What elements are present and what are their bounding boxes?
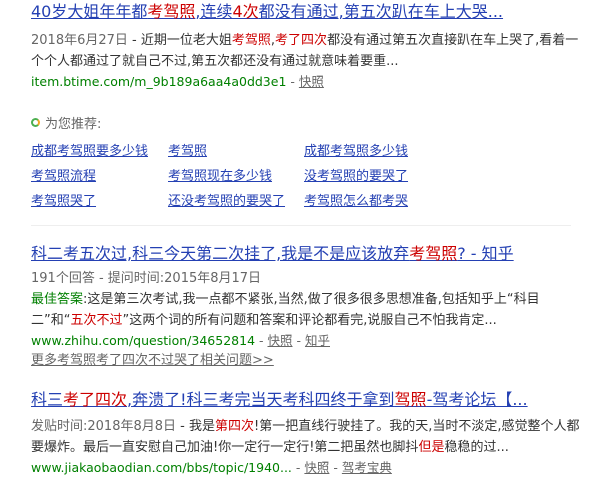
- recommend-grid: 成都考驾照要多少钱 考驾照 成都考驾照多少钱 考驾照流程 考驾照现在多少钱 没考…: [31, 140, 461, 220]
- result-2-abstract: 最佳答案:这是第三次考试,我一点都不紧张,当然,做了很多很多思想准备,包括知乎上…: [31, 289, 591, 331]
- title-text: 都没有通过,第五次趴在车上大哭...: [258, 2, 504, 21]
- result-date: 发贴时间:2018年8月8日: [31, 419, 177, 434]
- source-link[interactable]: 驾考宝典: [342, 460, 392, 475]
- more-questions-link[interactable]: 更多考驾照考了四次不过哭了相关问题>>: [31, 351, 591, 371]
- result-url[interactable]: www.jiakaobaodian.com/bbs/topic/1940...: [31, 460, 292, 475]
- search-result-1: 40岁大姐年年都考驾照,连续4次都没有通过,第五次趴在车上大哭... 2018年…: [31, 2, 591, 92]
- title-highlight: 4次: [232, 2, 259, 21]
- abstract-highlight: 但是: [418, 440, 445, 455]
- result-date: 2018年6月27日: [31, 33, 128, 48]
- result-url[interactable]: www.zhihu.com/question/34652814: [31, 333, 255, 348]
- abstract-highlight: 第四次: [214, 419, 254, 434]
- recommend-link[interactable]: 考驾照怎么都考哭: [304, 190, 408, 209]
- recommend-link[interactable]: 成都考驾照多少钱: [304, 140, 408, 159]
- abstract-text: - 我是: [176, 419, 215, 434]
- search-result-3: 科三考了四次,奔溃了!科三考完当天考科四终于拿到驾照-驾考论坛【... 发贴时间…: [31, 390, 591, 478]
- divider: [31, 225, 571, 226]
- recommendations-box: 为您推荐: 成都考驾照要多少钱 考驾照 成都考驾照多少钱 考驾照流程 考驾照现在…: [31, 112, 461, 209]
- best-answer-label: 最佳答案: [31, 292, 84, 307]
- title-text: 科三: [31, 390, 64, 409]
- title-text: ,连续: [195, 2, 233, 21]
- title-text: ? - 知乎: [457, 244, 514, 263]
- recommend-link[interactable]: 考驾照现在多少钱: [168, 165, 272, 184]
- result-3-title[interactable]: 科三考了四次,奔溃了!科三考完当天考科四终于拿到驾照-驾考论坛【...: [31, 390, 591, 410]
- recommend-link[interactable]: 还没考驾照的要哭了: [168, 190, 285, 209]
- abstract-highlight: 考驾照: [231, 33, 271, 48]
- search-results-page: 40岁大姐年年都考驾照,连续4次都没有通过,第五次趴在车上大哭... 2018年…: [0, 0, 597, 487]
- separator: -: [286, 74, 299, 89]
- snapshot-link[interactable]: 快照: [268, 333, 293, 348]
- title-highlight: 考驾照: [409, 244, 458, 263]
- result-1-url-line: item.btime.com/m_9b189a6aa4a0dd3e1 - 快照: [31, 72, 591, 92]
- recommend-link[interactable]: 没考驾照的要哭了: [304, 165, 408, 184]
- title-highlight: 考驾照: [147, 2, 196, 21]
- title-text: 40岁大姐年年都: [31, 2, 148, 21]
- abstract-highlight: 五次不过: [70, 313, 123, 328]
- recommend-link[interactable]: 考驾照流程: [31, 165, 96, 184]
- recommend-link[interactable]: 考驾照: [168, 140, 207, 159]
- title-text: ,奔溃了!科三考完当天考科四终于拿到: [127, 390, 395, 409]
- snapshot-link[interactable]: 快照: [299, 74, 324, 89]
- recommend-link[interactable]: 成都考驾照要多少钱: [31, 140, 148, 159]
- result-url[interactable]: item.btime.com/m_9b189a6aa4a0dd3e1: [31, 74, 286, 89]
- recommend-icon: [31, 117, 40, 127]
- source-link[interactable]: 知乎: [305, 333, 330, 348]
- abstract-highlight: 考了: [275, 33, 302, 48]
- title-highlight: 考了四次: [63, 390, 128, 409]
- abstract-text: - 近期一位老大姐: [127, 33, 232, 48]
- abstract-text: ”这两个词的所有问题和答案和评论都看完,说服自己不怕我肯定...: [122, 313, 497, 328]
- abstract-highlight: 四次: [301, 33, 328, 48]
- recommend-link[interactable]: 考驾照哭了: [31, 190, 96, 209]
- result-1-title[interactable]: 40岁大姐年年都考驾照,连续4次都没有通过,第五次趴在车上大哭...: [31, 2, 591, 22]
- abstract-text: 稳稳的过...: [444, 440, 509, 455]
- recommend-heading: 为您推荐:: [31, 112, 461, 132]
- snapshot-link[interactable]: 快照: [304, 460, 329, 475]
- recommend-heading-label: 为您推荐:: [45, 116, 102, 132]
- result-2-url-line: www.zhihu.com/question/34652814 - 快照 - 知…: [31, 331, 591, 351]
- result-3-abstract: 发贴时间:2018年8月8日 - 我是第四次!第一把直线行驶挂了。我的天,当时不…: [31, 416, 591, 458]
- result-2-title[interactable]: 科二考五次过,科三今天第二次挂了,我是不是应该放弃考驾照? - 知乎: [31, 244, 591, 264]
- title-text: 科二考五次过,科三今天第二次挂了,我是不是应该放弃: [31, 244, 410, 263]
- result-2-meta: 191个回答 - 提问时间:2015年8月17日: [31, 271, 262, 286]
- separator: -: [329, 460, 342, 475]
- separator: -: [291, 460, 305, 475]
- separator: -: [255, 333, 268, 348]
- title-text: -驾考论坛【...: [426, 390, 528, 409]
- separator: -: [292, 333, 305, 348]
- result-1-abstract: 2018年6月27日 - 近期一位老大姐考驾照,考了四次都没有通过第五次直接趴在…: [31, 30, 591, 72]
- title-highlight: 驾照: [394, 390, 427, 409]
- result-3-url-line: www.jiakaobaodian.com/bbs/topic/1940... …: [31, 458, 591, 478]
- search-result-2: 科二考五次过,科三今天第二次挂了,我是不是应该放弃考驾照? - 知乎 191个回…: [31, 244, 591, 371]
